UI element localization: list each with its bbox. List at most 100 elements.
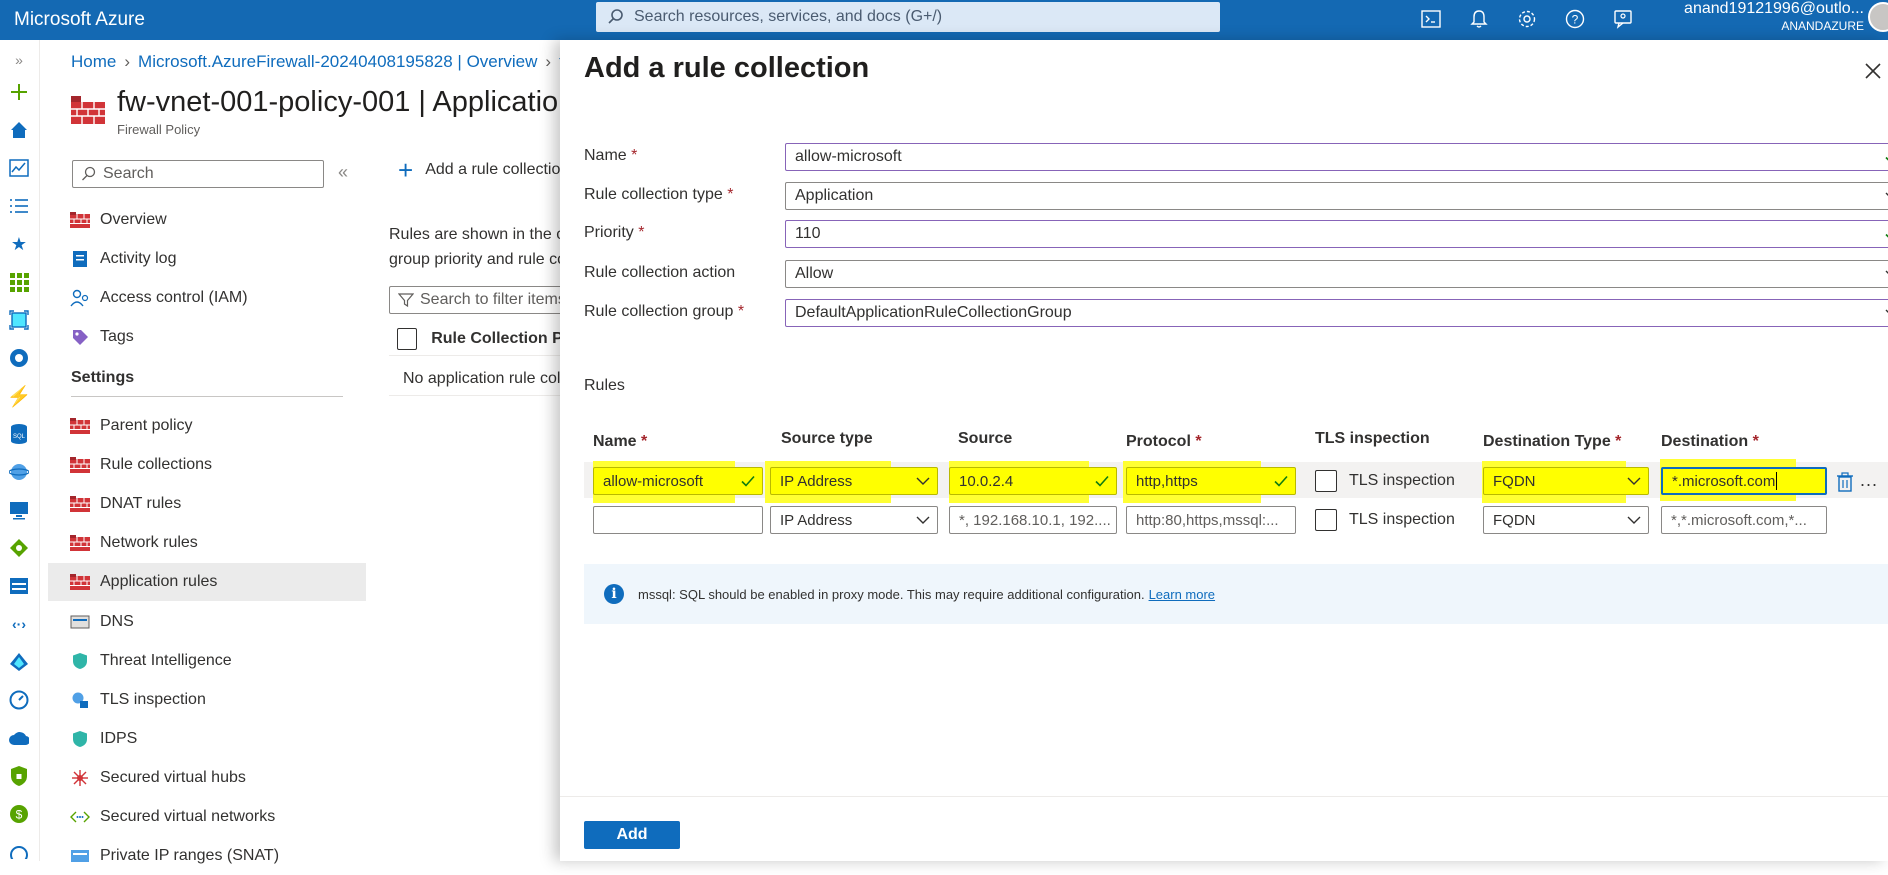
sidebar-item-rule-collections[interactable]: Rule collections — [48, 446, 366, 484]
rule-name-input-new[interactable] — [593, 506, 763, 534]
add-rule-collection-button[interactable]: + Add a rule collectio — [398, 157, 560, 183]
app-services-icon[interactable] — [7, 346, 31, 370]
svg-text:?: ? — [1572, 13, 1579, 27]
rule-destination-input-new[interactable]: *,*.microsoft.com,*... — [1661, 506, 1827, 534]
group-select[interactable]: DefaultApplicationRuleCollectionGroup — [785, 299, 1888, 327]
favorites-star-icon[interactable]: ★ — [7, 232, 31, 256]
settings-icon[interactable] — [1512, 4, 1542, 34]
cloud-shell-icon[interactable] — [1416, 4, 1446, 34]
priority-field-row: Priority * 110 — [584, 220, 1888, 248]
delete-row-icon[interactable] — [1836, 472, 1854, 492]
rule-protocol-input[interactable]: http,https — [1126, 467, 1296, 495]
type-select[interactable]: Application — [785, 182, 1888, 210]
sidebar-item-network-rules[interactable]: Network rules — [48, 524, 366, 562]
rule-source-input[interactable]: 10.0.2.4 — [949, 467, 1117, 495]
priority-input[interactable]: 110 — [785, 220, 1888, 248]
sql-database-icon[interactable]: SQL — [7, 422, 31, 446]
name-label: Name * — [584, 147, 638, 164]
search-icon — [608, 9, 623, 24]
collapse-menu-button[interactable]: « — [338, 162, 348, 183]
close-icon[interactable] — [1862, 60, 1884, 82]
help-icon[interactable]: ? — [1560, 4, 1590, 34]
sidebar-item-threat-intelligence[interactable]: Threat Intelligence — [48, 642, 366, 680]
firewall-icon — [70, 211, 90, 229]
rule-destination-placeholder: *,*.microsoft.com,*... — [1671, 511, 1807, 529]
filter-items-input[interactable]: Search to filter items — [389, 286, 569, 314]
sidebar-item-tags[interactable]: Tags — [48, 318, 366, 356]
cost-management-icon[interactable]: $ — [7, 802, 31, 826]
sidebar-item-label: Activity log — [100, 250, 177, 267]
breadcrumb-resource[interactable]: Microsoft.AzureFirewall-20240408195828 |… — [138, 52, 537, 71]
all-services-icon[interactable] — [7, 194, 31, 218]
action-select[interactable]: Allow — [785, 260, 1888, 288]
firewall-icon — [70, 573, 90, 591]
sidebar-item-label: Tags — [100, 328, 134, 345]
rule-tls-checkbox-new[interactable]: TLS inspection — [1315, 509, 1455, 531]
sidebar-item-tls-inspection[interactable]: TLS inspection — [48, 681, 366, 719]
help-support-icon[interactable] — [7, 840, 31, 864]
sidebar-item-idps[interactable]: IDPS — [48, 720, 366, 758]
monitor-icon[interactable] — [7, 688, 31, 712]
type-value: Application — [795, 187, 874, 204]
more-options-icon[interactable]: ... — [1860, 470, 1878, 491]
expand-menu-icon[interactable]: » — [7, 48, 31, 72]
breadcrumb-home[interactable]: Home — [71, 52, 116, 71]
storage-accounts-icon[interactable] — [7, 574, 31, 598]
sidebar-item-private-ip-ranges-snat[interactable]: Private IP ranges (SNAT) — [48, 837, 366, 875]
notifications-icon[interactable] — [1464, 4, 1494, 34]
rule-tls-checkbox[interactable]: TLS inspection — [1315, 470, 1455, 492]
sidebar-item-application-rules[interactable]: Application rules — [48, 563, 366, 602]
select-all-checkbox[interactable] — [397, 327, 418, 350]
rule-source-type-select[interactable]: IP Address — [770, 467, 938, 495]
chevron-down-icon — [916, 516, 930, 524]
virtual-machines-icon[interactable] — [7, 498, 31, 522]
rule-source-input-new[interactable]: *, 192.168.10.1, 192.... — [949, 506, 1117, 534]
home-icon[interactable] — [7, 118, 31, 142]
sidebar-item-dns[interactable]: DNS — [48, 603, 366, 641]
defender-icon[interactable] — [7, 764, 31, 788]
dashboard-icon[interactable] — [7, 156, 31, 180]
sidebar-item-label: Secured virtual networks — [100, 808, 276, 825]
checkbox-icon — [1315, 509, 1337, 531]
vnet-icon — [70, 808, 90, 826]
create-resource-icon[interactable] — [7, 80, 31, 104]
tls-icon — [70, 691, 90, 709]
rule-protocol-input-new[interactable]: http:80,https,mssql:... — [1126, 506, 1296, 534]
sidebar-item-dnat-rules[interactable]: DNAT rules — [48, 485, 366, 523]
add-button[interactable]: Add — [584, 821, 680, 849]
rule-protocol-placeholder: http:80,https,mssql:... — [1136, 511, 1279, 529]
chevron-down-icon — [1885, 309, 1888, 313]
menu-search-input[interactable]: Search — [72, 160, 324, 188]
global-search-input[interactable]: Search resources, services, and docs (G+… — [596, 2, 1220, 32]
sidebar-item-secured-virtual-hubs[interactable]: Secured virtual hubs — [48, 759, 366, 797]
grid-column-name[interactable]: Rule Collection Pr — [431, 330, 569, 348]
rules-col-protocol: Protocol * — [1126, 433, 1202, 450]
rule-destination-type-value: FQDN — [1493, 472, 1536, 490]
cosmos-db-icon[interactable] — [7, 460, 31, 484]
sidebar-item-parent-policy[interactable]: Parent policy — [48, 407, 366, 445]
sidebar-item-secured-virtual-networks[interactable]: Secured virtual networks — [48, 798, 366, 836]
all-resources-icon[interactable] — [7, 270, 31, 294]
learn-more-link[interactable]: Learn more — [1149, 587, 1215, 602]
resource-groups-icon[interactable] — [7, 308, 31, 332]
function-app-icon[interactable]: ⚡ — [7, 384, 32, 408]
avatar[interactable] — [1868, 2, 1888, 32]
rule-destination-input[interactable]: *.microsoft.com — [1661, 467, 1827, 495]
rule-destination-type-select-new[interactable]: FQDN — [1483, 506, 1649, 534]
advisor-icon[interactable] — [7, 726, 31, 750]
entra-id-icon[interactable] — [7, 650, 31, 674]
sidebar-item-activity-log[interactable]: Activity log — [48, 240, 366, 278]
sidebar-item-overview[interactable]: Overview — [48, 201, 366, 239]
menu-divider — [71, 396, 343, 397]
account-menu[interactable]: anand19121996@outlo... ANANDAZURE — [1668, 0, 1864, 34]
action-label: Rule collection action — [584, 264, 736, 281]
portal-brand[interactable]: Microsoft Azure — [0, 9, 596, 31]
rule-source-type-select-new[interactable]: IP Address — [770, 506, 938, 534]
rule-destination-type-select[interactable]: FQDN — [1483, 467, 1649, 495]
feedback-icon[interactable] — [1608, 4, 1638, 34]
virtual-networks-icon[interactable]: ‹·› — [7, 612, 31, 636]
sidebar-item-access-control-iam[interactable]: Access control (IAM) — [48, 279, 366, 317]
name-input[interactable]: allow-microsoft — [785, 143, 1888, 171]
rule-name-input[interactable]: allow-microsoft — [593, 467, 763, 495]
load-balancer-icon[interactable] — [7, 536, 31, 560]
